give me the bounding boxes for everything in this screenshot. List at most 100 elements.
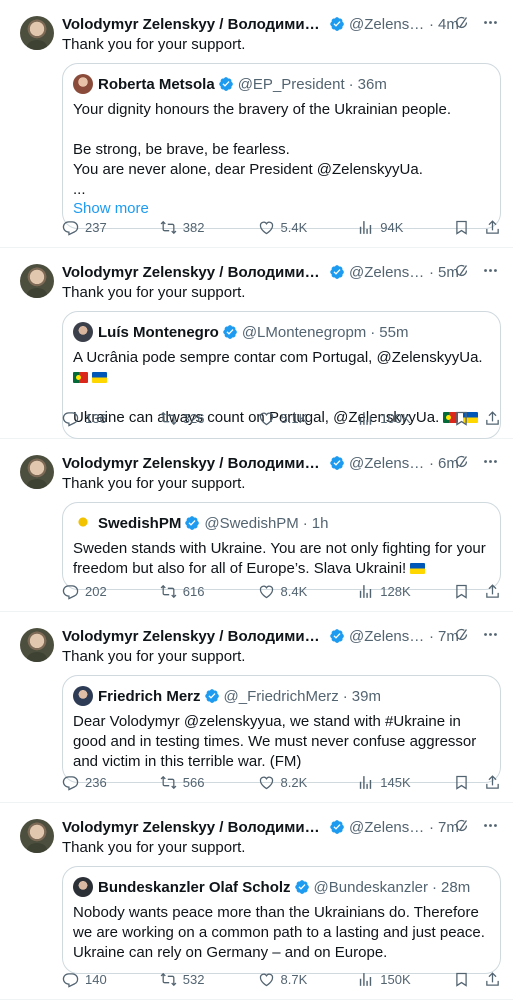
post-header-actions (453, 262, 499, 279)
views-button[interactable]: 100K (357, 410, 453, 427)
share-button[interactable] (484, 971, 501, 988)
more-options-icon[interactable] (482, 817, 499, 834)
views-button[interactable]: 145K (357, 774, 453, 791)
post[interactable]: Volodymyr Zelenskyy / Володимир Зеленськ… (0, 439, 513, 612)
repost-count: 616 (182, 583, 205, 599)
view-count: 150K (380, 971, 411, 987)
like-button[interactable]: 5.4K (258, 219, 358, 236)
repost-button[interactable]: 566 (160, 774, 258, 791)
more-options-icon[interactable] (482, 14, 499, 31)
grok-icon[interactable] (453, 14, 470, 31)
author-handle[interactable]: @ZelenskyyUa (349, 819, 425, 836)
post[interactable]: Volodymyr Zelenskyy / Володимир Зеленськ… (0, 803, 513, 1000)
like-button[interactable]: 8.4K (258, 583, 358, 600)
views-button[interactable]: 150K (357, 971, 453, 988)
grok-icon[interactable] (453, 262, 470, 279)
quoted-post[interactable]: Friedrich Merz @_FriedrichMerz · 39m Dea… (62, 675, 501, 783)
verified-badge-icon (329, 16, 345, 32)
repost-count: 532 (182, 971, 205, 987)
author-handle[interactable]: @ZelenskyyUa (349, 264, 425, 281)
bookmark-button[interactable] (453, 219, 470, 236)
more-options-icon[interactable] (482, 262, 499, 279)
repost-button[interactable]: 616 (160, 583, 258, 600)
post-text: Thank you for your support. (62, 839, 246, 856)
reply-icon (62, 971, 79, 988)
reply-button[interactable]: 236 (62, 774, 160, 791)
repost-button[interactable]: 382 (160, 219, 258, 236)
views-button[interactable]: 94K (357, 219, 453, 236)
avatar[interactable] (20, 16, 54, 50)
repost-icon (160, 583, 177, 600)
post-header: Volodymyr Zelenskyy / Володимир Зеленськ… (62, 453, 501, 473)
verified-badge-icon (329, 264, 345, 280)
reply-button[interactable]: 140 (62, 971, 160, 988)
share-button[interactable] (484, 410, 501, 427)
quote-time: 55m (379, 323, 409, 341)
post-text: Thank you for your support. (62, 475, 246, 492)
avatar[interactable] (20, 819, 54, 853)
post-actions: 202 616 8.4K 128K (62, 581, 501, 601)
reply-button[interactable]: 237 (62, 219, 160, 236)
separator-dot: · (432, 878, 438, 896)
share-icon (484, 971, 501, 988)
reply-button[interactable]: 136 (62, 410, 160, 427)
heart-icon (258, 774, 275, 791)
like-button[interactable]: 8.2K (258, 774, 358, 791)
bookmark-button[interactable] (453, 583, 470, 600)
share-button[interactable] (484, 583, 501, 600)
post-text: Thank you for your support. (62, 648, 246, 665)
author-name[interactable]: Volodymyr Zelenskyy / Володимир Зеленськ… (62, 455, 326, 472)
bookmark-button[interactable] (453, 971, 470, 988)
avatar[interactable] (20, 264, 54, 298)
quoted-post[interactable]: SwedishPM @SwedishPM · 1h Sweden stands … (62, 502, 501, 590)
author-handle[interactable]: @ZelenskyyUa (349, 16, 425, 33)
reply-count: 136 (85, 410, 107, 426)
bookmark-button[interactable] (453, 410, 470, 427)
avatar[interactable] (20, 628, 54, 662)
quoted-post-header: Roberta Metsola @EP_President · 36m (73, 74, 488, 94)
post[interactable]: Volodymyr Zelenskyy / Володимир Зеленськ… (0, 612, 513, 803)
like-button[interactable]: 5.1K (258, 410, 358, 427)
repost-button[interactable]: 326 (160, 410, 258, 427)
author-name[interactable]: Volodymyr Zelenskyy / Володимир Зеленськ… (62, 628, 326, 645)
show-more-link[interactable]: Show more (73, 200, 149, 217)
bookmark-icon (453, 583, 470, 600)
author-handle[interactable]: @ZelenskyyUa (349, 455, 425, 472)
views-button[interactable]: 128K (357, 583, 453, 600)
repost-button[interactable]: 532 (160, 971, 258, 988)
author-name[interactable]: Volodymyr Zelenskyy / Володимир Зеленськ… (62, 819, 326, 836)
reply-button[interactable]: 202 (62, 583, 160, 600)
verified-badge-icon (294, 879, 310, 895)
more-options-icon[interactable] (482, 626, 499, 643)
grok-icon[interactable] (453, 453, 470, 470)
verified-badge-icon (222, 324, 238, 340)
author-name[interactable]: Volodymyr Zelenskyy / Володимир Зеленськ… (62, 264, 326, 281)
bookmark-icon (453, 410, 470, 427)
bookmark-button[interactable] (453, 774, 470, 791)
verified-badge-icon (329, 628, 345, 644)
quoted-post-header: Luís Montenegro @LMontenegropm · 55m (73, 322, 488, 342)
share-button[interactable] (484, 774, 501, 791)
view-count: 94K (380, 219, 404, 235)
quoted-post[interactable]: Roberta Metsola @EP_President · 36m Your… (62, 63, 501, 229)
quote-author-name: Luís Montenegro (98, 323, 219, 341)
quoted-post[interactable]: Bundeskanzler Olaf Scholz @Bundeskanzler… (62, 866, 501, 974)
like-button[interactable]: 8.7K (258, 971, 358, 988)
reply-count: 140 (85, 971, 107, 987)
post[interactable]: Volodymyr Zelenskyy / Володимир Зеленськ… (0, 248, 513, 439)
avatar[interactable] (20, 455, 54, 489)
author-name[interactable]: Volodymyr Zelenskyy / Володимир Зеленськ… (62, 16, 326, 33)
post[interactable]: Volodymyr Zelenskyy / Володимир Зеленськ… (0, 0, 513, 248)
grok-icon[interactable] (453, 626, 470, 643)
separator-dot: · (342, 687, 348, 705)
reply-icon (62, 583, 79, 600)
reply-icon (62, 219, 79, 236)
more-options-icon[interactable] (482, 453, 499, 470)
verified-badge-icon (329, 819, 345, 835)
author-handle[interactable]: @ZelenskyyUa (349, 628, 425, 645)
separator-dot: · (429, 263, 434, 281)
post-header-actions (453, 626, 499, 643)
share-button[interactable] (484, 219, 501, 236)
grok-icon[interactable] (453, 817, 470, 834)
post-header-actions (453, 14, 499, 31)
